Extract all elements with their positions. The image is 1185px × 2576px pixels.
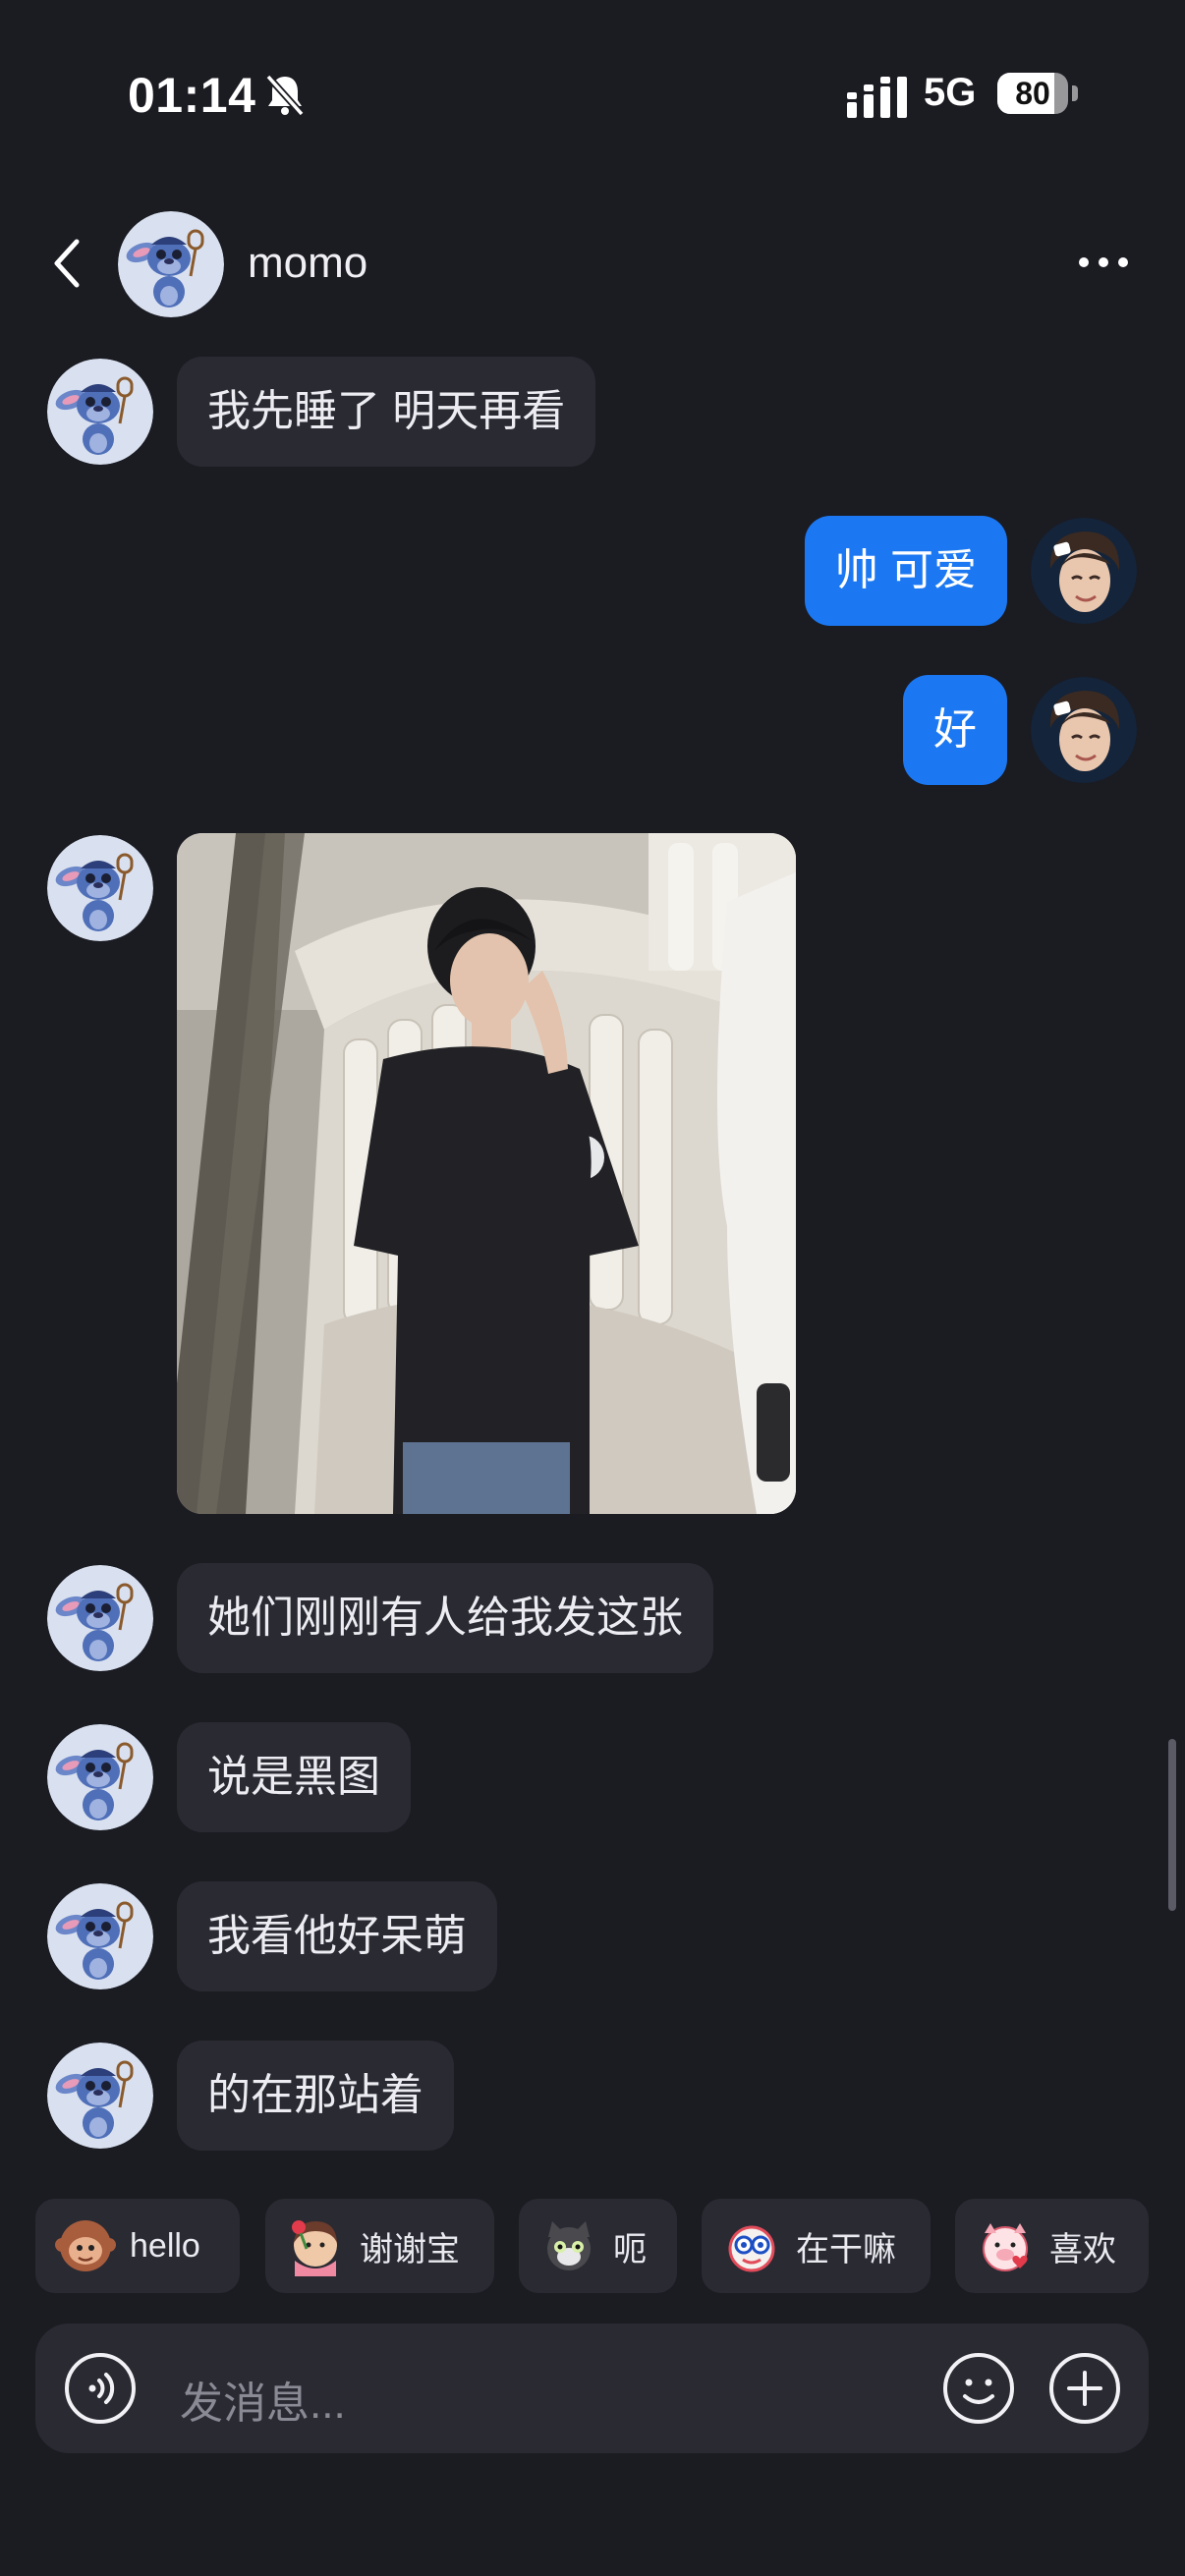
status-time: 01:14 [128,68,256,123]
contact-avatar[interactable] [118,211,224,317]
back-icon[interactable] [49,234,85,293]
sender-avatar[interactable] [47,835,153,941]
sender-avatar[interactable] [47,2043,153,2149]
monkey-sticker-icon [55,2220,116,2271]
message-bubble-outgoing[interactable]: 帅 可爱 [804,516,1007,626]
sender-avatar[interactable] [47,1883,153,1989]
quick-reply-chip[interactable]: 喜欢 [955,2199,1149,2293]
quick-reply-chip[interactable]: 在干嘛 [702,2199,931,2293]
quick-reply-chip[interactable]: hello [35,2199,240,2293]
add-icon[interactable] [1047,2351,1122,2426]
quick-reply-label: 呃 [613,2230,647,2268]
contact-name[interactable]: momo [248,239,367,288]
signal-icon [847,77,907,118]
message-bubble-incoming[interactable]: 我看他好呆萌 [177,1881,497,1991]
girl-flower-sticker-icon [292,2220,337,2276]
quick-reply-label: 在干嘛 [796,2230,896,2268]
message-bubble-incoming[interactable]: 的在那站着 [177,2041,454,2151]
battery-level: 80 [1015,76,1050,111]
scrollbar[interactable] [1168,1739,1176,1911]
cat-sticker-icon [547,2221,591,2270]
emoji-icon[interactable] [941,2351,1016,2426]
mute-bell-icon [265,74,305,117]
photo-message[interactable] [177,833,796,1514]
sender-avatar[interactable] [47,359,153,465]
quick-reply-label: 喜欢 [1049,2230,1116,2268]
peeking-sticker-icon [728,2225,775,2272]
message-input[interactable]: 发消息... [180,2368,346,2431]
message-bubble-outgoing[interactable]: 好 [903,675,1007,785]
message-bubble-incoming[interactable]: 说是黑图 [177,1722,411,1832]
pig-heart-sticker-icon [983,2223,1028,2271]
quick-reply-chip[interactable]: 呃 [519,2199,677,2293]
my-avatar[interactable] [1031,677,1137,783]
voice-icon[interactable] [63,2351,138,2426]
sender-avatar[interactable] [47,1724,153,1830]
message-bubble-incoming[interactable]: 她们刚刚有人给我发这张 [177,1563,713,1673]
my-avatar[interactable] [1031,518,1137,624]
sender-avatar[interactable] [47,1565,153,1671]
quick-reply-chip[interactable]: 谢谢宝 [265,2199,494,2293]
battery-icon: 80 [997,73,1080,116]
more-icon[interactable] [1074,248,1133,277]
message-bubble-incoming[interactable]: 我先睡了 明天再看 [177,357,596,467]
quick-reply-label: hello [130,2226,200,2265]
quick-reply-label: 谢谢宝 [360,2230,460,2268]
network-type: 5G [924,71,977,114]
